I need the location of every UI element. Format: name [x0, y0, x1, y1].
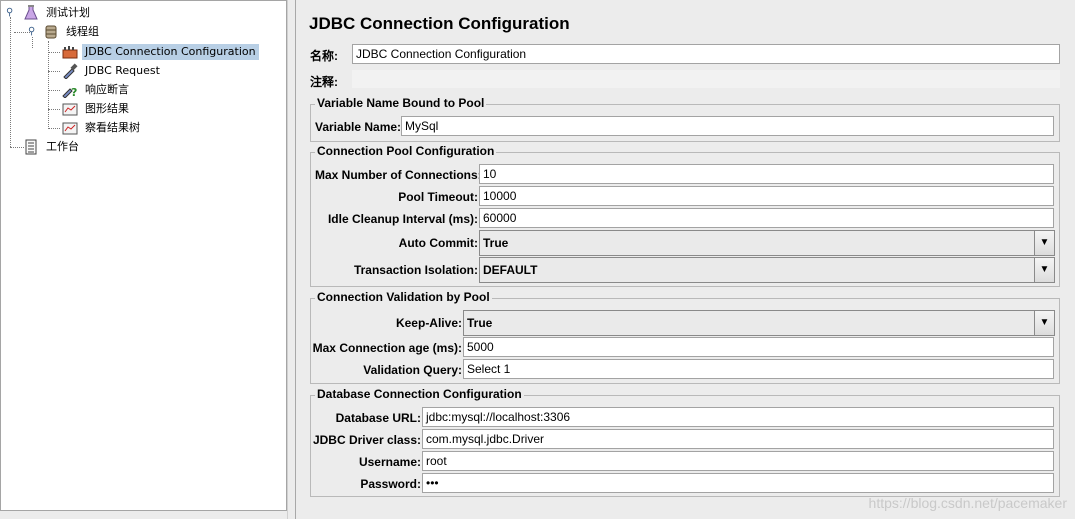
keep-alive-value: True — [467, 316, 493, 330]
group-title: Connection Pool Configuration — [315, 144, 497, 158]
tree-item-view-results-tree[interactable]: 察看结果树 — [62, 119, 143, 137]
pipette-icon — [62, 63, 78, 80]
tree-connector — [10, 147, 24, 148]
tree-item-response-assertion[interactable]: ? 响应断言 — [62, 81, 132, 99]
tree-connector — [32, 37, 33, 48]
tree-connector — [48, 128, 60, 129]
tree-connector — [10, 17, 11, 147]
tree-connector — [48, 41, 49, 129]
graph-icon — [62, 101, 78, 117]
auto-commit-value: True — [483, 236, 509, 250]
tree-item-label: 图形结果 — [85, 102, 129, 115]
tree-item-graph-results[interactable]: 图形结果 — [62, 100, 132, 118]
tree-item-thread-group[interactable]: 线程组 — [43, 23, 102, 41]
workbench-icon — [23, 139, 39, 155]
jdbc-driver-field[interactable]: com.mysql.jdbc.Driver — [422, 429, 1054, 449]
name-field[interactable]: JDBC Connection Configuration — [352, 44, 1060, 64]
tree-item-jdbc-connection-configuration[interactable]: JDBC Connection Configuration — [62, 43, 259, 61]
password-field[interactable]: ••• — [422, 473, 1054, 493]
auto-commit-select[interactable]: True ▼ — [479, 230, 1055, 256]
keep-alive-select[interactable]: True ▼ — [463, 310, 1055, 336]
svg-text:?: ? — [71, 86, 77, 98]
username-label: Username: — [358, 455, 421, 469]
tree-item-label: 工作台 — [46, 140, 79, 153]
tree-item-workbench[interactable]: 工作台 — [23, 138, 82, 156]
tree-connector — [48, 71, 60, 72]
pool-timeout-field[interactable]: 10000 — [479, 186, 1054, 206]
transaction-isolation-select[interactable]: DEFAULT ▼ — [479, 257, 1055, 283]
chevron-down-icon[interactable]: ▼ — [1034, 311, 1054, 335]
page-title: JDBC Connection Configuration — [309, 14, 570, 33]
expand-toggle-icon[interactable]: ⚲ — [6, 8, 14, 18]
name-label: 名称: — [310, 49, 338, 63]
variable-name-label: Variable Name: — [315, 120, 402, 134]
validation-query-field[interactable]: Select 1 — [463, 359, 1054, 379]
chevron-down-icon[interactable]: ▼ — [1034, 258, 1054, 282]
tree-connector — [48, 90, 60, 91]
graph-icon — [62, 120, 78, 136]
watermark: https://blog.csdn.net/pacemaker — [868, 495, 1067, 511]
tree-item-label: JDBC Connection Configuration — [82, 44, 259, 60]
tree-item-label: 响应断言 — [85, 83, 129, 96]
group-title: Variable Name Bound to Pool — [315, 96, 487, 110]
idle-cleanup-label: Idle Cleanup Interval (ms): — [327, 212, 478, 226]
jdbc-driver-label: JDBC Driver class: — [312, 433, 421, 447]
expand-toggle-icon[interactable]: ⚲ — [28, 27, 36, 37]
max-connections-field[interactable]: 10 — [479, 164, 1054, 184]
database-url-label: Database URL: — [335, 411, 421, 425]
variable-name-field[interactable]: MySql — [401, 116, 1054, 136]
spool-icon — [43, 24, 59, 40]
database-url-field[interactable]: jdbc:mysql://localhost:3306 — [422, 407, 1054, 427]
group-title: Connection Validation by Pool — [315, 290, 492, 304]
config-panel: JDBC Connection Configuration 名称: JDBC C… — [297, 0, 1075, 519]
auto-commit-label: Auto Commit: — [398, 236, 478, 250]
validation-query-label: Validation Query: — [363, 363, 462, 377]
tree-item-label: JDBC Request — [85, 64, 160, 77]
pool-timeout-label: Pool Timeout: — [398, 190, 478, 204]
assertion-icon: ? — [62, 82, 78, 99]
comment-label: 注释: — [310, 75, 338, 89]
tree-connector — [48, 52, 60, 53]
transaction-isolation-label: Transaction Isolation: — [353, 263, 478, 277]
tree-item-test-plan[interactable]: 测试计划 — [23, 4, 93, 22]
comment-field[interactable] — [352, 70, 1060, 88]
tree-item-jdbc-request[interactable]: JDBC Request — [62, 62, 163, 80]
chevron-down-icon[interactable]: ▼ — [1034, 231, 1054, 255]
tree-item-label: 线程组 — [66, 25, 99, 38]
tree-item-label: 察看结果树 — [85, 121, 140, 134]
group-title: Database Connection Configuration — [315, 387, 524, 401]
max-connection-age-label: Max Connection age (ms): — [312, 341, 462, 355]
jdbc-config-icon — [62, 44, 78, 60]
tree-item-label: 测试计划 — [46, 6, 90, 19]
test-plan-tree[interactable]: ⚲ ⚲ 测试计划 线程组 JDBC Connection Configurati… — [0, 0, 287, 511]
password-label: Password: — [360, 477, 421, 491]
username-field[interactable]: root — [422, 451, 1054, 471]
keep-alive-label: Keep-Alive: — [395, 316, 462, 330]
split-pane-divider[interactable] — [287, 0, 296, 519]
transaction-isolation-value: DEFAULT — [483, 263, 538, 277]
tree-connector — [48, 109, 60, 110]
max-connection-age-field[interactable]: 5000 — [463, 337, 1054, 357]
idle-cleanup-field[interactable]: 60000 — [479, 208, 1054, 228]
max-connections-label: Max Number of Connections: — [315, 168, 482, 182]
flask-icon — [23, 5, 39, 21]
